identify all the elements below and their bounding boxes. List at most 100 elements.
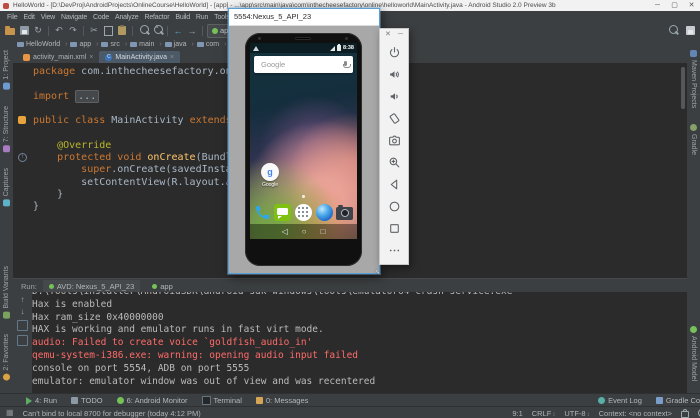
up-arrow-icon[interactable]: ↑ xyxy=(21,296,25,304)
tool-window-button[interactable]: 7: Structure xyxy=(3,106,10,152)
paste-icon[interactable] xyxy=(116,25,128,37)
caret-position[interactable]: 9:1 xyxy=(512,409,522,418)
copy-icon[interactable] xyxy=(102,23,116,37)
sync-icon[interactable]: ↻ xyxy=(32,25,44,37)
close-button[interactable]: ✕ xyxy=(683,0,700,11)
lock-icon[interactable] xyxy=(681,408,689,418)
redo-icon[interactable]: ↷ xyxy=(67,25,79,37)
line-separator[interactable]: CRLF xyxy=(532,409,556,418)
open-icon[interactable] xyxy=(4,25,16,37)
status-bar: ▦ Can't bind to local 8700 for debugger … xyxy=(0,406,700,418)
breadcrumb-item[interactable]: com xyxy=(197,41,227,48)
run-console[interactable]: D:\Tools\installer\AndroidSDK\android-sd… xyxy=(32,292,687,393)
menu-item[interactable]: Analyze xyxy=(114,14,140,21)
emulator-minimize-button[interactable]: ─ xyxy=(398,29,403,41)
tool-button-run[interactable]: 4: Run xyxy=(26,396,57,405)
help-panel-icon[interactable] xyxy=(684,25,696,37)
search-everywhere-icon[interactable] xyxy=(666,25,678,37)
nav-overview-icon[interactable]: □ xyxy=(321,224,326,239)
status-message: Can't bind to local 8700 for debugger (t… xyxy=(22,408,201,418)
breadcrumb-item[interactable]: app xyxy=(70,41,98,48)
run-tab-avd[interactable]: AVD: Nexus_5_API_23 xyxy=(42,279,141,293)
forward-nav-icon[interactable]: → xyxy=(186,25,198,37)
breadcrumb-item[interactable]: main xyxy=(130,41,162,48)
app-drawer-icon[interactable] xyxy=(294,203,312,221)
context-indicator[interactable]: Context: <no context> xyxy=(599,409,672,418)
nav-home-icon[interactable]: ○ xyxy=(302,224,307,239)
android-studio-icon xyxy=(3,2,9,9)
phone-screen[interactable]: 8:38 Google g Google ◁ ○ □ xyxy=(250,43,357,239)
volume-down-button[interactable] xyxy=(380,85,408,107)
mic-icon[interactable] xyxy=(342,61,351,68)
phone-app-icon[interactable] xyxy=(254,204,271,221)
menu-item[interactable]: Edit xyxy=(22,14,35,21)
browser-app-icon[interactable] xyxy=(315,203,333,221)
tab-mainactivity-java[interactable]: C MainActivity.java × xyxy=(99,51,181,63)
tool-button-android-monitor[interactable]: 6: Android Monitor xyxy=(116,396,188,405)
breadcrumb-item[interactable]: java xyxy=(165,41,194,48)
zoom-button[interactable] xyxy=(380,151,408,173)
emulator-close-button[interactable]: ✕ xyxy=(385,29,391,41)
scroll-to-end-icon[interactable] xyxy=(17,335,28,346)
volume-up-button[interactable] xyxy=(380,63,408,85)
camera-app-icon[interactable] xyxy=(336,204,354,220)
close-tab-icon[interactable]: × xyxy=(170,54,174,61)
tool-window-button[interactable]: Gradle xyxy=(690,124,697,155)
tool-window-switcher-icon[interactable]: ▦ xyxy=(6,408,14,418)
tool-button-todo[interactable]: TODO xyxy=(71,396,103,405)
down-arrow-icon[interactable]: ↓ xyxy=(21,308,25,316)
tool-window-button[interactable]: Android Model xyxy=(690,326,697,381)
nav-back-icon[interactable]: ◁ xyxy=(282,224,288,239)
screenshot-button[interactable] xyxy=(380,129,408,151)
breadcrumb-item[interactable]: HelloWorld xyxy=(17,41,67,48)
file-encoding[interactable]: UTF-8 xyxy=(564,409,589,418)
breadcrumb-item[interactable]: src xyxy=(101,41,127,48)
menu-item[interactable]: View xyxy=(40,14,56,21)
tab-label: MainActivity.java xyxy=(115,53,167,61)
close-tab-icon[interactable]: × xyxy=(89,54,93,61)
menu-item[interactable]: Code xyxy=(92,14,110,21)
tool-window-button[interactable]: 1: Project xyxy=(3,50,10,90)
home-button[interactable] xyxy=(380,195,408,217)
menu-item[interactable]: Build xyxy=(174,14,191,21)
back-button[interactable] xyxy=(380,173,408,195)
messenger-app-icon[interactable] xyxy=(274,203,292,221)
tab-activity-main-xml[interactable]: activity_main.xml × xyxy=(17,51,99,63)
back-nav-icon[interactable]: ← xyxy=(172,25,184,37)
rotate-button[interactable] xyxy=(380,107,408,129)
soft-wrap-icon[interactable] xyxy=(17,320,28,331)
find-icon[interactable] xyxy=(137,25,149,37)
menu-item[interactable]: Navigate xyxy=(60,14,88,21)
google-folder-label: Google xyxy=(261,182,279,188)
save-icon[interactable] xyxy=(18,25,30,37)
google-search-bar[interactable]: Google xyxy=(254,56,353,73)
tool-window-button[interactable]: Maven Projects xyxy=(690,50,697,108)
menu-item[interactable]: Refactor xyxy=(143,14,170,21)
tool-button-terminal[interactable]: Terminal xyxy=(201,396,242,405)
tool-button-event-log[interactable]: Event Log xyxy=(598,396,642,405)
more-button[interactable] xyxy=(380,239,408,261)
tool-button-messages[interactable]: 0: Messages xyxy=(255,396,308,405)
tool-button-gradle-console[interactable]: Gradle Console xyxy=(655,396,700,405)
run-tab-app[interactable]: app xyxy=(146,280,179,293)
menu-item[interactable]: File xyxy=(6,14,18,21)
overview-button[interactable] xyxy=(380,217,408,239)
undo-icon[interactable]: ↶ xyxy=(53,25,65,37)
maximize-button[interactable]: ▢ xyxy=(666,0,683,11)
tool-window-button[interactable]: Captures xyxy=(3,168,10,206)
tool-window-button[interactable]: 2: Favorites xyxy=(3,334,10,381)
tool-window-button[interactable]: Build Variants xyxy=(3,266,10,319)
power-button[interactable] xyxy=(380,41,408,63)
gradle-console-icon xyxy=(655,397,663,404)
google-folder-icon[interactable]: g xyxy=(261,163,279,181)
run-tab-label: app xyxy=(160,281,173,291)
gutter-class-icon[interactable] xyxy=(18,116,26,124)
home-page-indicator xyxy=(302,195,305,198)
gutter-override-icon[interactable]: ↑ xyxy=(18,153,27,162)
menu-item[interactable]: Run xyxy=(195,14,209,21)
editor-scrollbar[interactable] xyxy=(681,67,685,109)
replace-icon[interactable] xyxy=(151,24,163,37)
cut-icon[interactable]: ✂ xyxy=(88,25,100,37)
minimize-button[interactable]: ─ xyxy=(649,0,666,11)
emulator-titlebar[interactable]: 5554:Nexus_5_API_23 xyxy=(229,9,379,26)
